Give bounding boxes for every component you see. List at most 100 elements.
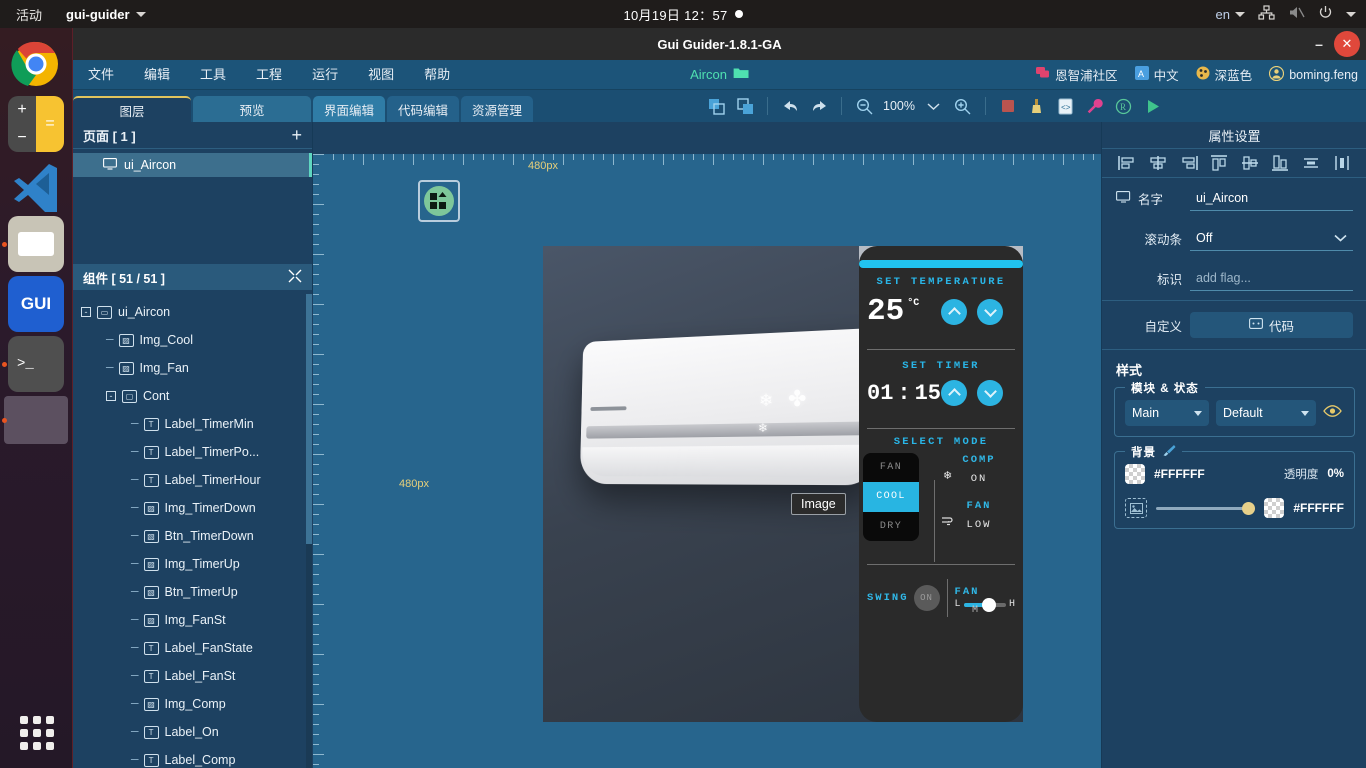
files-icon[interactable] [8,216,64,272]
align-right-icon[interactable] [1180,155,1198,171]
zoom-out-icon[interactable] [851,93,877,119]
chevron-down-icon[interactable] [1346,11,1356,17]
align-center-h-icon[interactable] [1149,155,1167,171]
tree-item[interactable]: — ▨ Img_Cool [73,326,313,354]
build-icon[interactable] [1082,93,1108,119]
tree-item[interactable]: - ▢ Cont [73,382,313,410]
menu-view[interactable]: 视图 [353,60,409,90]
tab-ui-editor[interactable]: 界面编辑 [313,96,386,122]
mode-option-cool[interactable]: COOL [863,482,919,512]
theme-selector[interactable]: 深蓝色 [1196,65,1252,84]
temperature-down-button[interactable] [977,298,1003,325]
tab-layers[interactable]: 图层 [73,96,191,122]
tree-item[interactable]: — T Label_On [73,718,313,746]
align-bottom-icon[interactable] [1271,155,1289,171]
menu-tools[interactable]: 工具 [185,60,241,90]
tab-code-editor[interactable]: 代码编辑 [387,96,460,122]
menu-file[interactable]: 文件 [73,60,129,90]
terminal-icon[interactable]: >_ [8,336,64,392]
add-page-button[interactable]: + [291,126,302,144]
tree-item[interactable]: — ▧ Btn_TimerUp [73,578,313,606]
tab-resource-manager[interactable]: 资源管理 [461,96,534,122]
background-image-color-hex[interactable]: #FFFFFF [1293,501,1344,515]
timer-down-button[interactable] [977,380,1004,406]
flag-input[interactable]: add flag... [1190,265,1353,291]
background-image-opacity-slider[interactable] [1156,501,1256,515]
status-area[interactable]: en [1216,5,1356,23]
user-account[interactable]: boming.feng [1269,65,1358,84]
tree-item[interactable]: — T Label_TimerPo... [73,438,313,466]
send-back-icon[interactable] [732,93,758,119]
calculator-icon[interactable]: + − = [8,96,64,152]
show-applications-icon[interactable] [20,716,54,750]
close-button[interactable]: ✕ [1334,31,1360,57]
minimize-button[interactable]: – [1306,31,1332,57]
chevron-down-icon[interactable] [921,93,947,119]
background-color-swatch[interactable] [1125,464,1145,484]
distribute-h-icon[interactable] [1302,155,1320,171]
collapse-all-icon[interactable] [288,269,302,286]
fan-speed-slider[interactable] [963,597,1006,612]
community-link[interactable]: 恩智浦社区 [1036,65,1118,84]
menu-project[interactable]: 工程 [241,60,297,90]
device-screen[interactable]: ❄ ❄ ✤ Air Conditioner SET TEMPERATURE 25… [543,246,1023,722]
tree-item[interactable]: — ▨ Img_TimerUp [73,550,313,578]
tree-item[interactable]: — ▧ Btn_TimerDown [73,522,313,550]
menu-run[interactable]: 运行 [297,60,353,90]
gui-guider-icon[interactable]: GUI [8,276,64,332]
mode-option-fan[interactable]: FAN [863,453,919,482]
background-color-hex[interactable]: #FFFFFF [1154,467,1205,481]
network-icon[interactable] [1258,5,1275,23]
bring-front-icon[interactable] [703,93,729,119]
vscode-icon[interactable] [8,156,64,216]
code-button[interactable]: 代码 [1190,312,1353,338]
tree-item[interactable]: — ▨ Img_TimerDown [73,494,313,522]
tree-item[interactable]: — T Label_Comp [73,746,313,768]
state-select[interactable]: Default [1216,400,1316,426]
ac-unit-image[interactable] [571,328,878,549]
tree-item[interactable]: — T Label_FanSt [73,662,313,690]
tree-item[interactable]: — ▨ Img_FanSt [73,606,313,634]
name-input[interactable]: ui_Aircon [1190,185,1353,211]
page-item-ui-aircon[interactable]: ui_Aircon [73,153,312,177]
tree-item[interactable]: — T Label_FanState [73,634,313,662]
tree-item[interactable]: — T Label_TimerMin [73,410,313,438]
run-icon[interactable] [1140,93,1166,119]
menu-edit[interactable]: 编辑 [129,60,185,90]
distribute-v-icon[interactable] [1333,155,1351,171]
canvas-area[interactable]: ❄ ❄ ✤ Air Conditioner SET TEMPERATURE 25… [313,154,1101,768]
swing-toggle-button[interactable]: ON [913,585,940,611]
tree-item[interactable]: — ▨ Img_Comp [73,690,313,718]
tab-preview[interactable]: 预览 [193,96,311,122]
generate-code-icon[interactable]: <> [1053,93,1079,119]
align-top-icon[interactable] [1210,155,1228,171]
chrome-icon[interactable] [8,36,64,92]
tree-expander[interactable]: - [106,391,116,401]
redo-icon[interactable] [806,93,832,119]
zoom-level-label[interactable]: 100% [880,99,918,113]
tree-expander[interactable]: - [81,307,91,317]
window-thumbnail-icon[interactable] [4,396,68,444]
current-app-menu[interactable]: gui-guider [56,7,146,22]
undo-icon[interactable] [777,93,803,119]
volume-muted-icon[interactable] [1288,5,1305,23]
tree-item[interactable]: — ▨ Img_Fan [73,354,313,382]
simulate-icon[interactable]: R [1111,93,1137,119]
scrollbar-select[interactable]: Off [1190,225,1353,251]
current-project[interactable]: Aircon [690,67,749,82]
mode-option-dry[interactable]: DRY [863,512,919,541]
temperature-up-button[interactable] [941,298,967,325]
tree-item[interactable]: - ▭ ui_Aircon [73,298,313,326]
power-icon[interactable] [1318,5,1333,23]
part-select[interactable]: Main [1125,400,1209,426]
timer-up-button[interactable] [941,380,968,406]
component-tree-scrollbar[interactable] [306,294,312,768]
background-image-color-swatch[interactable] [1264,498,1285,518]
activities-button[interactable]: 活动 [0,5,56,24]
stop-icon[interactable] [995,93,1021,119]
keyboard-layout-indicator[interactable]: en [1216,7,1245,22]
menu-help[interactable]: 帮助 [409,60,465,90]
clock-area[interactable]: 10月19日 12：57 [0,5,1366,24]
zoom-in-icon[interactable] [950,93,976,119]
align-middle-icon[interactable] [1241,155,1259,171]
